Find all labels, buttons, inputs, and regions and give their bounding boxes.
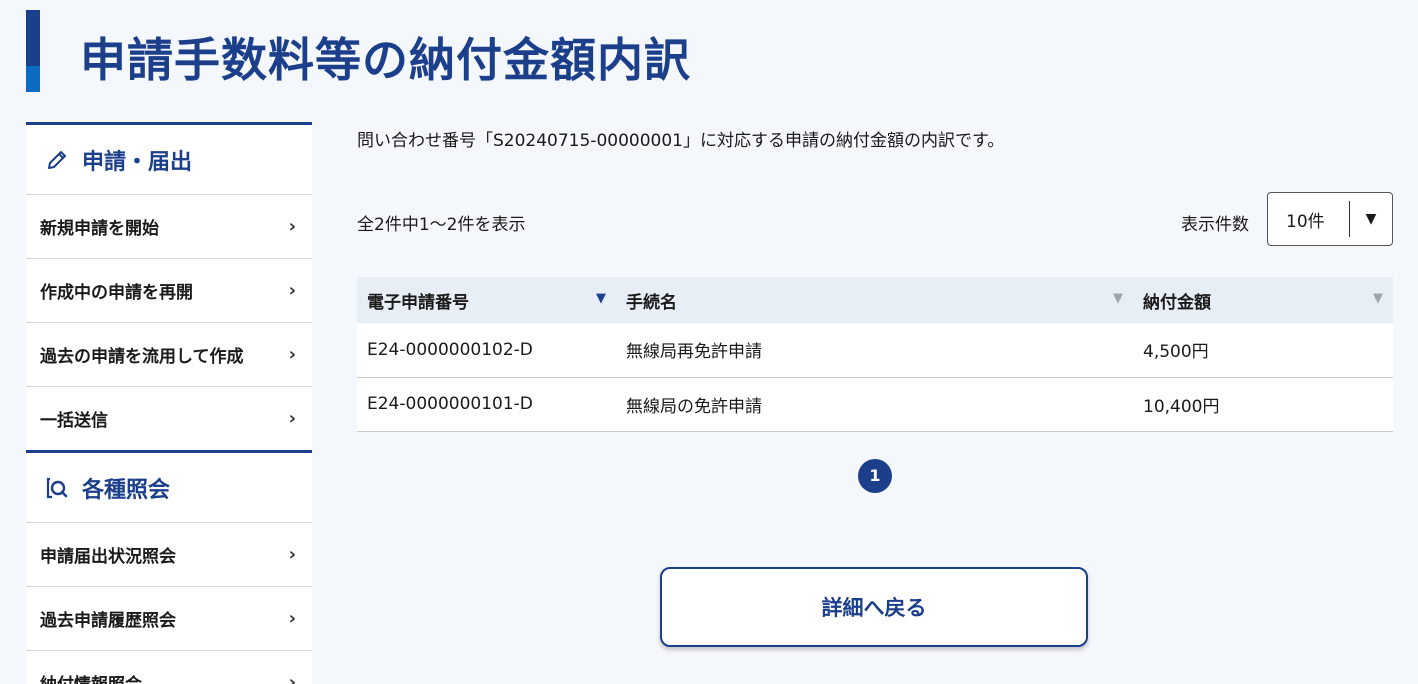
sidebar-item-label: 過去申請履歴照会 — [40, 611, 176, 631]
sidebar-nav: 申請・届出 新規申請を開始 › 作成中の申請を再開 › 過去の申請を流用して作成… — [26, 122, 312, 684]
cell-amount: 4,500円 — [1133, 323, 1393, 378]
chevron-right-icon: › — [288, 408, 296, 429]
chevron-right-icon: › — [288, 344, 296, 365]
chevron-right-icon: › — [288, 544, 296, 565]
per-page-select[interactable]: 10件 ▼ — [1267, 192, 1393, 246]
chevron-right-icon: › — [288, 608, 296, 629]
sidebar-section-heading: 申請・届出 — [82, 149, 193, 175]
sidebar-section-inquiry: 各種照会 — [26, 450, 312, 522]
cell-procedure-name: 無線局再免許申請 — [616, 323, 1133, 378]
sidebar-item-history-inquiry[interactable]: 過去申請履歴照会 › — [26, 586, 312, 650]
sort-desc-icon[interactable]: ▼ — [596, 291, 606, 306]
title-accent-bar — [26, 10, 40, 92]
sidebar-item-label: 新規申請を開始 — [40, 219, 159, 239]
page-1-current[interactable]: 1 — [858, 458, 892, 493]
sidebar-item-reuse-past[interactable]: 過去の申請を流用して作成 › — [26, 322, 312, 386]
page-title: 申請手数料等の納付金額内訳 — [80, 33, 691, 87]
caret-down-icon: ▼ — [1365, 211, 1377, 227]
column-header-procedure-name[interactable]: 手続名 ▼ — [616, 277, 1133, 323]
table-row: E24-0000000102-D 無線局再免許申請 4,500円 — [357, 323, 1393, 378]
column-header-amount[interactable]: 納付金額 ▼ — [1133, 277, 1393, 323]
sidebar-section-application: 申請・届出 — [26, 122, 312, 194]
result-count: 全2件中1～2件を表示 — [357, 215, 526, 235]
chevron-right-icon: › — [288, 216, 296, 237]
sidebar-item-label: 一括送信 — [40, 411, 108, 431]
pencil-icon — [44, 147, 70, 173]
cell-procedure-name: 無線局の免許申請 — [616, 377, 1133, 432]
sidebar-item-bulk-send[interactable]: 一括送信 › — [26, 386, 312, 450]
cell-application-number: E24-0000000101-D — [357, 377, 616, 432]
sidebar-item-new-application[interactable]: 新規申請を開始 › — [26, 194, 312, 258]
chevron-right-icon: › — [288, 280, 296, 301]
intro-text: 問い合わせ番号「S20240715-00000001」に対応する申請の納付金額の… — [357, 131, 1005, 151]
list-controls: 全2件中1～2件を表示 表示件数 10件 ▼ — [357, 192, 1393, 252]
per-page-label: 表示件数 — [1181, 215, 1249, 235]
sidebar-item-label: 納付情報照会 — [40, 670, 142, 684]
chevron-right-icon: › — [288, 672, 296, 684]
cell-application-number: E24-0000000102-D — [357, 323, 616, 378]
sidebar-section-heading: 各種照会 — [82, 477, 171, 503]
back-to-detail-button[interactable]: 詳細へ戻る — [660, 567, 1088, 647]
sidebar-item-payment-inquiry[interactable]: 納付情報照会 › — [26, 650, 312, 684]
payment-breakdown-table: 電子申請番号 ▼ 手続名 ▼ 納付金額 ▼ E24-0000000102-D 無… — [357, 277, 1393, 432]
cell-amount: 10,400円 — [1133, 377, 1393, 432]
sidebar-item-label: 過去の申請を流用して作成 — [40, 347, 244, 367]
sidebar-item-label: 申請届出状況照会 — [40, 547, 176, 567]
per-page-value: 10件 — [1286, 211, 1325, 232]
sort-icon[interactable]: ▼ — [1113, 291, 1123, 306]
table-row: E24-0000000101-D 無線局の免許申請 10,400円 — [357, 377, 1393, 432]
search-document-icon — [44, 475, 70, 501]
sidebar-item-resume-draft[interactable]: 作成中の申請を再開 › — [26, 258, 312, 322]
main-content: 問い合わせ番号「S20240715-00000001」に対応する申請の納付金額の… — [357, 122, 1393, 493]
sidebar-item-label: 作成中の申請を再開 — [40, 283, 193, 303]
sort-icon[interactable]: ▼ — [1373, 291, 1383, 306]
column-header-application-number[interactable]: 電子申請番号 ▼ — [357, 277, 616, 323]
sidebar-item-status-inquiry[interactable]: 申請届出状況照会 › — [26, 522, 312, 586]
pagination: 1 — [357, 458, 1393, 493]
